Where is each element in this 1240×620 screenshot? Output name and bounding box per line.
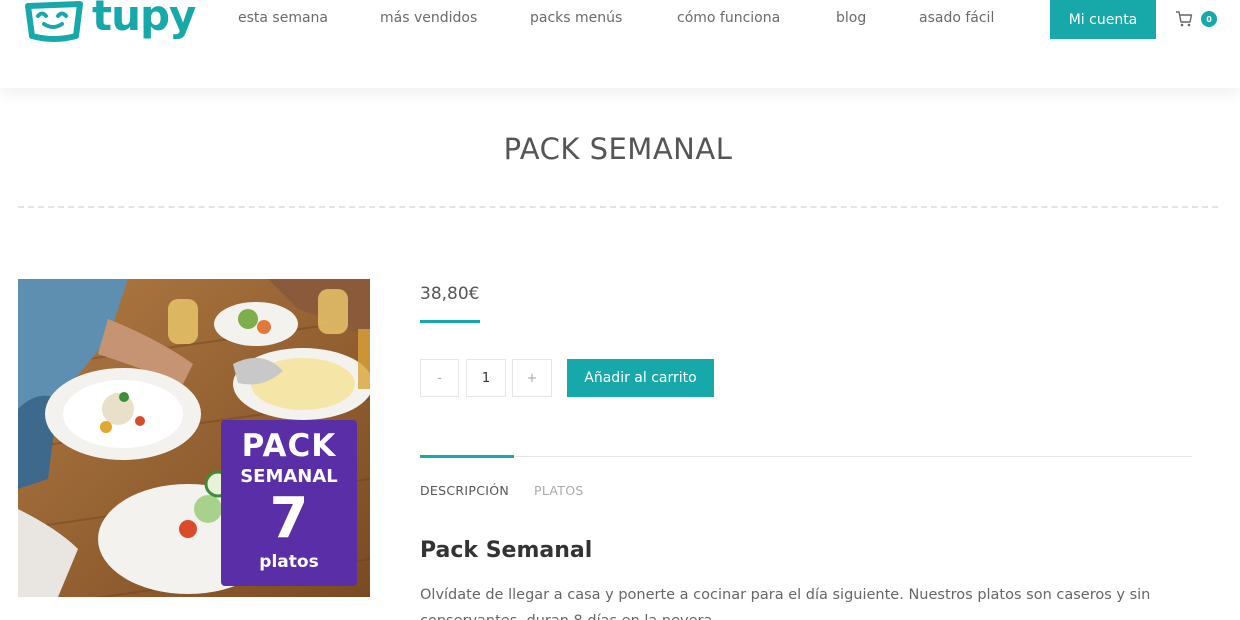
tupper-logo-icon [25,1,83,42]
nav-item-como-funciona[interactable]: cómo funciona [677,10,780,26]
nav-item-esta-semana[interactable]: esta semana [238,10,328,26]
site-header: tupy esta semana más vendidos packs menú… [0,0,1240,88]
tab-platos[interactable]: PLATOS [534,483,584,498]
quantity-decrease-button[interactable]: - [420,359,459,397]
nav-item-mas-vendidos[interactable]: más vendidos [380,10,477,26]
quantity-increase-button[interactable]: + [512,359,552,397]
add-to-cart-button[interactable]: Añadir al carrito [567,359,714,397]
tab-active-indicator [420,455,514,458]
pack-badge: PACK SEMANAL 7 platos [221,420,357,586]
nav-item-packs-menus[interactable]: packs menús [530,10,622,26]
page-title: PACK SEMANAL [503,132,733,166]
cart-button[interactable]: 0 [1175,8,1219,30]
logo-text: tupy [92,0,196,40]
tab-descripcion[interactable]: DESCRIPCIÓN [420,483,509,498]
quantity-input[interactable]: 1 [466,359,506,397]
tabs-divider [420,456,1192,457]
description-heading: Pack Semanal [420,538,593,563]
badge-number: 7 [269,486,309,551]
cart-icon [1176,11,1193,27]
product-price: 38,80€ [420,284,480,304]
logo[interactable]: tupy [22,0,196,46]
description-text: Olvídate de llegar a casa y ponerte a co… [420,587,1151,620]
cart-count-badge: 0 [1201,11,1217,27]
my-account-button[interactable]: Mi cuenta [1050,0,1156,39]
title-divider [18,206,1218,208]
nav-item-blog[interactable]: blog [836,10,866,26]
badge-line-pack: PACK [241,428,337,464]
badge-line-semanal: SEMANAL [240,466,338,487]
product-image[interactable]: PACK SEMANAL 7 platos [18,279,370,597]
price-underline [420,320,480,323]
badge-line-platos: platos [259,552,319,572]
nav-item-asado-facil[interactable]: asado fácil [919,10,994,26]
